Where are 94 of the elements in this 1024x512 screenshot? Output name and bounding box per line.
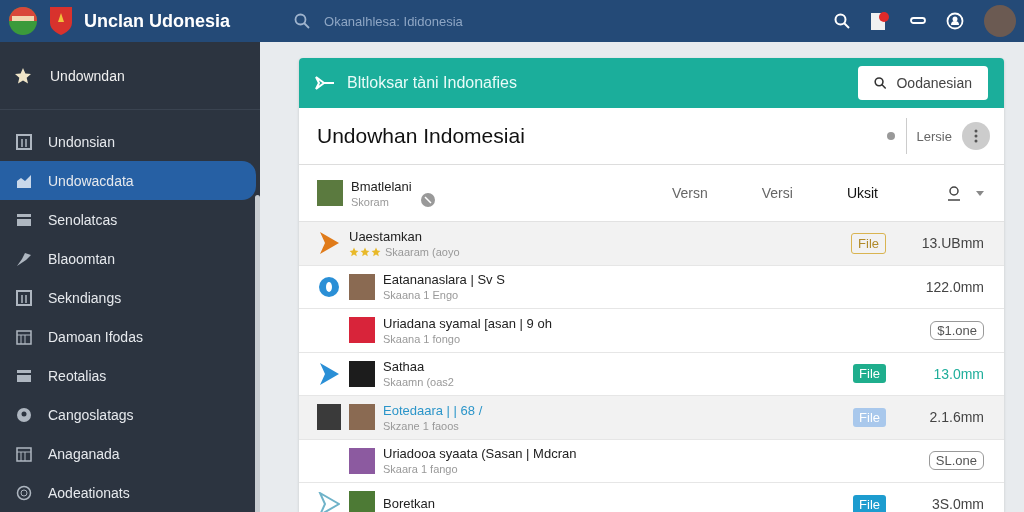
sidebar-item[interactable]: Sekndiangs [0,278,256,317]
list-row[interactable]: Eatananaslara | Sv S Skaana 1 Engo 122.0mm [299,265,1004,309]
item-subtitle: Skoram [351,195,390,208]
photo-placeholder [349,404,375,431]
search-button[interactable]: Oodanesian [858,66,988,100]
list-row[interactable]: Eotedaara | | 68 / Skzane 1 faoos File 2.1.6mm [299,396,1004,440]
item-title: Uaestamkan [349,228,423,244]
column-tab[interactable]: Uksit [846,185,878,201]
play-icon [318,492,340,512]
item-title: Eatananaslara | Sv S [383,272,505,288]
item-title: Eotedaara | | 68 / [383,402,483,418]
app-title: Unclan Udonesia [84,10,231,32]
banner-title: Bltloksar tàni Indonafies [347,74,517,92]
file-tag: File [853,494,886,512]
sidebar-item[interactable]: Reotalias [0,356,256,395]
item-title: Uriadana syamal [asan | 9 oh [383,315,552,331]
list-row[interactable]: Boretkan File 3S.0mm [299,483,1004,512]
photo-placeholder [349,360,375,387]
item-title: Uriadooa syaata (Sasan | Mdcran [383,446,577,462]
item-subtitle: Skaaram (aoyo [385,245,460,258]
star-icon [360,246,370,257]
sidebar-item[interactable]: Cangoslatags [0,395,256,434]
play-icon [318,231,340,256]
user-icon[interactable] [946,185,962,201]
item-title: Boretkan [383,495,436,511]
star-icon [371,246,381,257]
caret-icon[interactable] [976,190,984,196]
size-tag: $1.one [930,320,984,340]
sidebar-item[interactable]: Undonsian [0,122,256,161]
grid-icon [16,289,32,306]
item-name: Bmatlelani [351,178,412,194]
sidebar-heading[interactable]: Undowndan [50,67,125,84]
pin-icon [16,250,32,267]
star-icon [14,66,32,85]
circle-icon [318,275,340,298]
list-row[interactable]: Sathaa Skaamn (oas2 File 13.0mm [299,352,1004,396]
location-icon [16,406,32,423]
sidebar-item[interactable]: Aodeationats [0,473,256,512]
star-icon [349,246,359,257]
search-icon[interactable] [834,13,850,29]
item-subtitle: Skzane 1 faoos [383,419,459,432]
notification-icon[interactable] [870,11,890,31]
toggle-icon[interactable] [910,16,926,26]
file-size: 2.1.6mm [928,409,984,426]
card-icon [16,211,32,228]
sidebar-item[interactable]: Damoan Ifodas [0,317,256,356]
dot-icon [885,131,896,141]
sidebar-item[interactable]: Blaoomtan [0,239,256,278]
ring-icon [16,484,32,501]
photo-placeholder [349,491,375,512]
scrollbar[interactable] [255,195,260,512]
file-size: 13.0mm [932,365,984,382]
photo-placeholder [349,273,375,300]
file-tag: File [853,364,886,384]
photo-placeholder [317,180,343,206]
more-button[interactable] [962,122,990,150]
play-icon [318,361,340,386]
photo-placeholder [317,404,341,431]
calendar-icon [16,328,32,345]
version-label[interactable]: Lersie [916,128,952,144]
item-title: Sathaa [383,359,426,375]
plane-icon [315,75,335,91]
shield-logo-icon [48,5,74,37]
list-row[interactable]: Uriadooa syaata (Sasan | Mdcran Skaara 1 fango SL.one [299,439,1004,483]
search-icon [294,13,311,29]
file-tag: File [853,407,886,427]
item-subtitle: Skaamn (oas2 [383,376,454,389]
card-icon [16,367,32,384]
item-subtitle: Skaara 1 fango [383,463,458,476]
more-icon [974,129,978,143]
search-icon [874,75,887,91]
search-field[interactable]: Okanalhlesa: Ididonesia [322,12,635,30]
grid-icon [16,133,32,150]
sidebar-item[interactable]: Senolatcas [0,200,256,239]
photo-placeholder [349,317,375,344]
tag-icon [419,192,436,208]
page-title: Undowhan Indomesiai [317,124,525,148]
file-tag: File [851,232,886,254]
item-subtitle: Skaana 1 fongo [383,332,461,345]
file-size: 3S.0mm [930,496,984,512]
item-subtitle: Skaana 1 Engo [383,289,459,302]
user-icon[interactable] [946,12,964,30]
calendar-icon [16,445,32,462]
size-tag: SL.one [928,451,984,471]
flag-logo-icon [8,5,38,37]
file-size: 13.UBmm [920,235,984,252]
list-row[interactable]: Uaestamkan Skaaram (aoyo File 13.UBmm [299,222,1004,266]
column-tab[interactable]: Versi [761,185,793,201]
column-tab[interactable]: Versn [671,185,708,201]
sidebar-item[interactable]: Undowacdata [0,161,256,200]
list-row[interactable]: Uriadana syamal [asan | 9 oh Skaana 1 fongo $1.one [299,309,1004,353]
sidebar-item[interactable]: Anaganada [0,434,256,473]
photo-placeholder [349,447,375,474]
file-size: 122.0mm [924,278,984,295]
